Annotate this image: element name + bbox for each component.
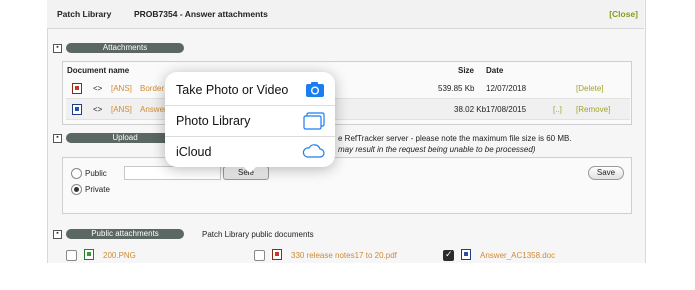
link-glyph[interactable]: <>: [93, 84, 102, 93]
public-file-link[interactable]: 330 release notes17 to 20.pdf: [291, 251, 397, 260]
file-date: 12/07/2018: [486, 84, 527, 93]
take-photo-option[interactable]: Take Photo or Video: [165, 74, 335, 106]
upload-warning-text: may result in the request being unable t…: [338, 145, 536, 154]
popover-arrow: [242, 165, 258, 173]
remove-link[interactable]: [Remove]: [576, 105, 610, 114]
icloud-label: iCloud: [176, 145, 212, 159]
photo-library-option[interactable]: Photo Library: [165, 105, 335, 137]
link-glyph[interactable]: <>: [93, 105, 102, 114]
title-bar: Patch Library PROB7354 - Answer attachme…: [47, 0, 644, 29]
file-checkbox[interactable]: [254, 250, 265, 261]
photo-library-icon: [303, 112, 325, 130]
public-file-link[interactable]: Answer_AC1358.doc: [480, 251, 555, 260]
private-radio[interactable]: [71, 184, 82, 195]
icloud-icon: [302, 144, 325, 158]
table-row: <> [ANS] Answer 38.02 Kb 17/08/2015 [..]…: [66, 99, 630, 120]
column-header-document-name: Document name: [67, 66, 130, 75]
file-checkbox[interactable]: [66, 250, 77, 261]
private-radio-label: Private: [85, 185, 110, 194]
answer-tag: [ANS]: [111, 84, 132, 93]
answer-tag: [ANS]: [111, 105, 132, 114]
close-link[interactable]: [Close]: [609, 9, 638, 19]
public-attachments-section-label: Public attachments: [66, 229, 184, 239]
delete-link[interactable]: [Delete]: [576, 84, 604, 93]
image-file-icon: [84, 249, 94, 260]
camera-icon: [306, 82, 324, 97]
public-file-link[interactable]: 200.PNG: [103, 251, 136, 260]
file-size: 539.85 Kb: [438, 84, 475, 93]
pdf-file-icon: [272, 249, 282, 260]
photo-library-label: Photo Library: [176, 114, 251, 128]
document-link[interactable]: Border: [140, 84, 164, 93]
column-header-date: Date: [486, 66, 504, 75]
file-path-input[interactable]: [124, 166, 221, 180]
upload-info-text: e RefTracker server - please note the ma…: [338, 134, 572, 143]
column-header-size: Size: [458, 66, 475, 75]
icloud-option[interactable]: iCloud: [165, 136, 335, 167]
app-name: Patch Library: [57, 9, 112, 19]
table-row: <> [ANS] Border 539.85 Kb 12/07/2018 [De…: [66, 78, 630, 99]
public-radio[interactable]: [71, 168, 82, 179]
details-link[interactable]: [..]: [553, 105, 562, 114]
attachments-collapse-toggle[interactable]: ▪: [53, 44, 62, 53]
public-attachments-subtitle: Patch Library public documents: [202, 230, 314, 239]
document-link[interactable]: Answer: [140, 105, 167, 114]
pdf-file-icon: [72, 83, 82, 94]
page-title: PROB7354 - Answer attachments: [134, 9, 268, 19]
attachments-section-label: Attachments: [66, 43, 184, 53]
file-checkbox-checked[interactable]: [443, 249, 454, 261]
doc-file-icon: [461, 249, 471, 260]
take-photo-label: Take Photo or Video: [176, 83, 289, 97]
public-radio-label: Public: [85, 169, 107, 178]
doc-file-icon: [72, 104, 82, 115]
public-attachments-collapse-toggle[interactable]: ▪: [53, 230, 62, 239]
attachments-panel: [47, 0, 646, 263]
upload-collapse-toggle[interactable]: ▪: [53, 134, 62, 143]
file-source-popover: Take Photo or Video Photo Library iCloud: [165, 72, 335, 167]
file-date: 17/08/2015: [486, 105, 527, 114]
save-button[interactable]: Save: [588, 166, 624, 180]
file-size: 38.02 Kb: [454, 105, 487, 114]
